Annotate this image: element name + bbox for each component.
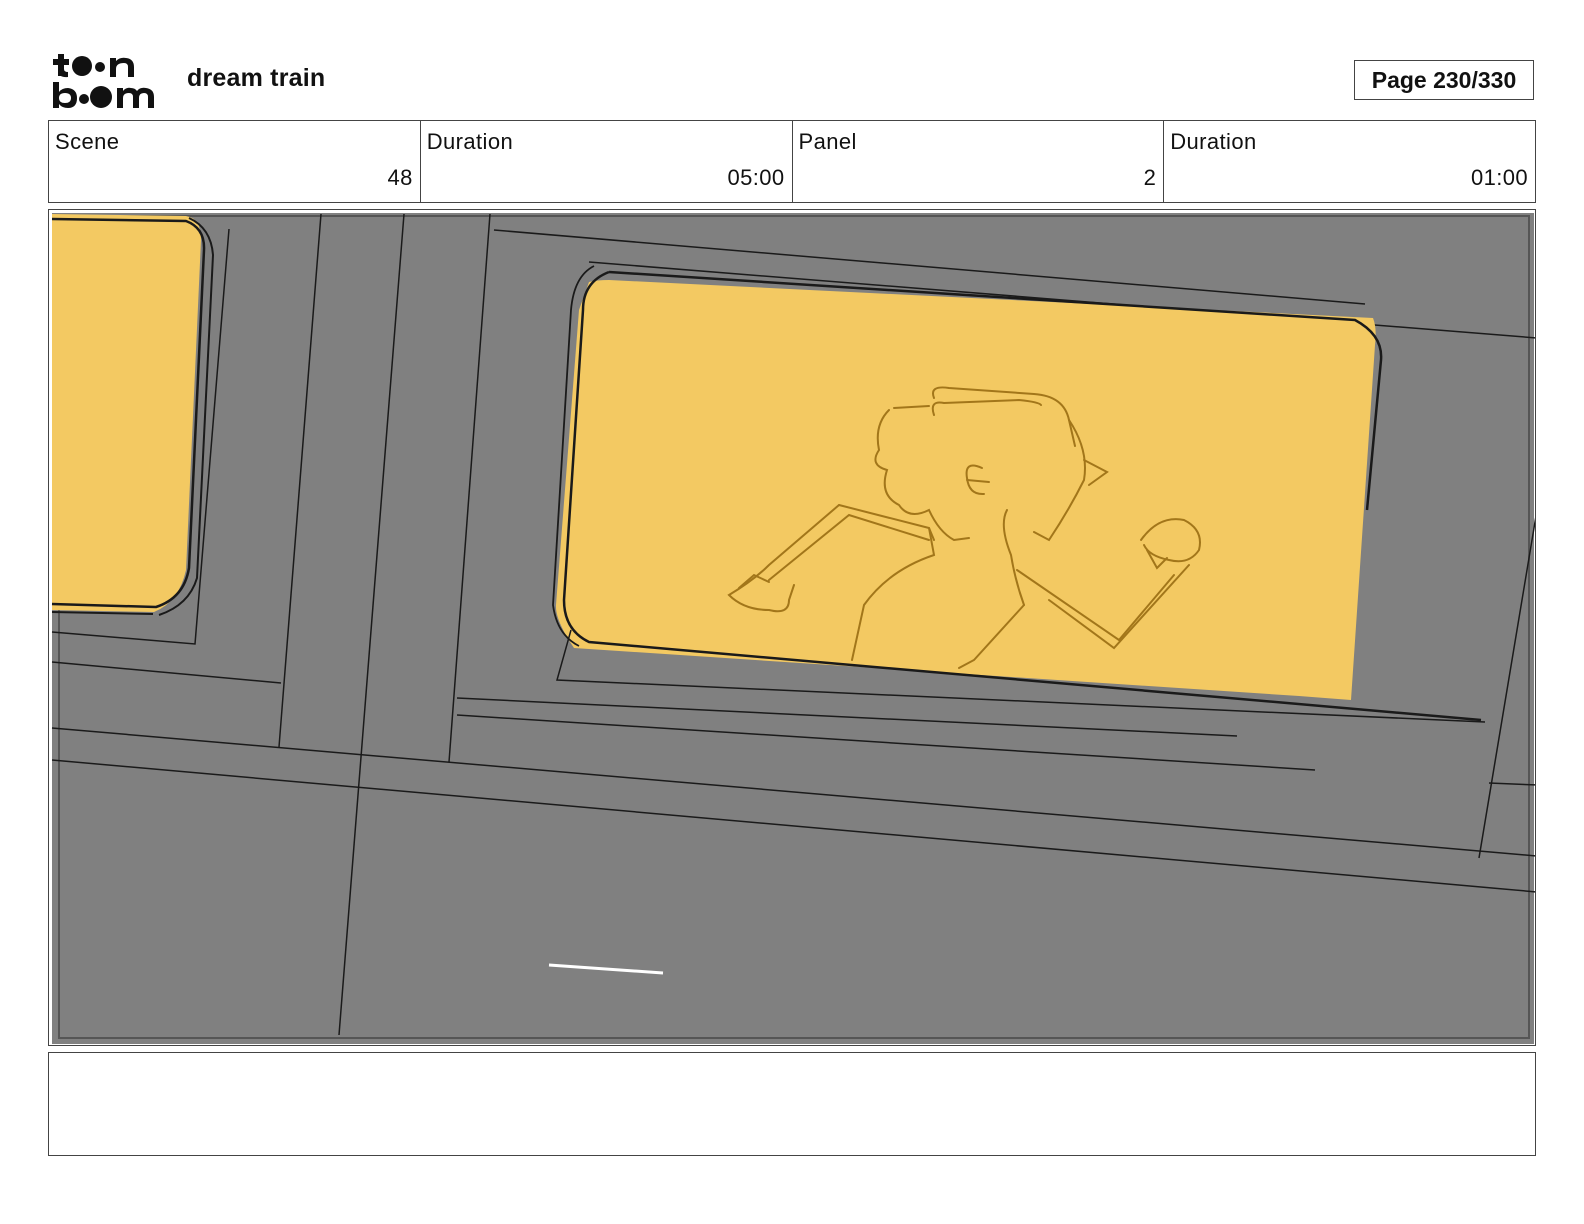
- panel-value: 2: [1143, 165, 1157, 190]
- main-window: [555, 280, 1376, 700]
- scene-value: 48: [387, 165, 413, 190]
- toonboom-logo-icon: [53, 54, 154, 108]
- page-indicator-label: Page 230/330: [1371, 66, 1517, 93]
- page-indicator: Page 230/330: [1354, 60, 1534, 100]
- scene-cell: Scene 48: [49, 121, 421, 202]
- scene-duration-cell: Duration 05:00: [421, 121, 793, 202]
- scene-label: Scene: [55, 129, 120, 154]
- panel-duration-label: Duration: [1170, 129, 1257, 154]
- project-title: dream train: [187, 64, 326, 92]
- panel-cell: Panel 2: [793, 121, 1165, 202]
- panel-duration-value: 01:00: [1470, 165, 1528, 190]
- storyboard-sketch-icon: [51, 213, 1535, 1044]
- storyboard-panel: [48, 209, 1536, 1046]
- panel-duration-cell: Duration 01:00: [1164, 121, 1535, 202]
- scene-duration-value: 05:00: [727, 165, 785, 190]
- left-window: [52, 214, 201, 612]
- panel-notes-box[interactable]: [48, 1052, 1536, 1156]
- panel-info-table: Scene 48 Duration 05:00 Panel 2 Duration…: [48, 120, 1536, 203]
- panel-label: Panel: [798, 129, 857, 154]
- scene-duration-label: Duration: [426, 129, 514, 154]
